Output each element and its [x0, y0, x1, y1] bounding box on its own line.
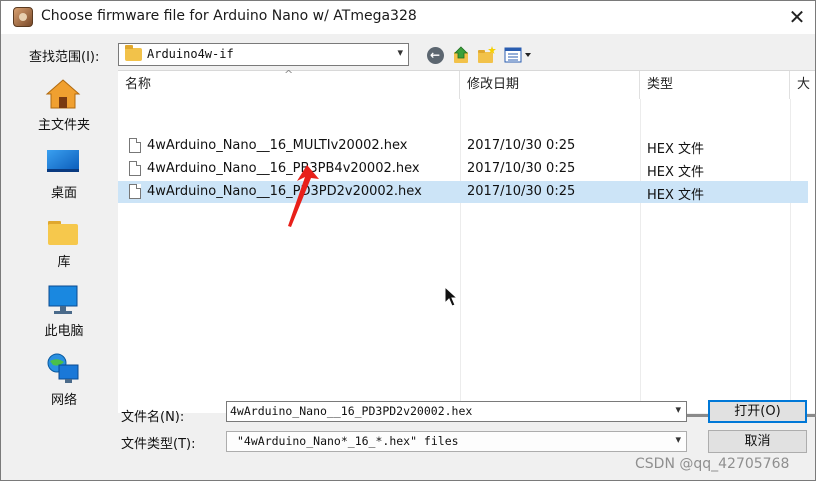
app-icon	[13, 7, 33, 27]
column-header-label: 名称	[125, 77, 152, 92]
column-header-type[interactable]: 类型	[640, 71, 790, 99]
file-type: HEX 文件	[647, 142, 705, 157]
folder-icon	[125, 45, 142, 61]
place-desktop[interactable]: 桌面	[11, 144, 117, 206]
place-label: 桌面	[50, 186, 77, 201]
file-row[interactable]: 4wArduino_Nano__16_PB3PB4v20002.hex 2017…	[118, 158, 808, 180]
file-row-selected[interactable]: 4wArduino_Nano__16_PD3PD2v20002.hex 2017…	[118, 181, 808, 203]
mouse-pointer-icon	[444, 286, 458, 307]
column-header-label: 大	[797, 77, 811, 92]
column-header-name[interactable]: 名称 ^	[118, 68, 460, 99]
column-header-modified[interactable]: 修改日期	[460, 71, 640, 99]
look-in-label: 查找范围(I):	[29, 50, 100, 65]
place-this-pc[interactable]: 此电脑	[11, 282, 117, 344]
file-modified: 2017/10/30 0:25	[467, 184, 576, 199]
file-row[interactable]: 4wArduino_Nano__16_MULTIv20002.hex 2017/…	[118, 135, 808, 157]
file-icon	[129, 138, 141, 153]
up-folder-button[interactable]	[452, 45, 472, 65]
back-button[interactable]: ←	[425, 45, 445, 65]
sort-ascending-icon: ^	[284, 68, 294, 81]
place-home[interactable]: 主文件夹	[11, 76, 117, 138]
filename-input[interactable]: 4wArduino_Nano__16_PD3PD2v20002.hex ▾	[226, 401, 687, 422]
filetype-value: "4wArduino_Nano*_16_*.hex" files	[237, 434, 459, 448]
close-button[interactable]: ✕	[781, 3, 813, 31]
file-icon	[129, 161, 141, 176]
up-folder-icon	[454, 46, 468, 63]
place-network[interactable]: 网络	[11, 351, 117, 413]
file-type: HEX 文件	[647, 165, 705, 180]
watermark: CSDN @qq_42705768	[635, 456, 790, 472]
column-header-size[interactable]: 大	[790, 71, 815, 99]
look-in-combo[interactable]: Arduino4w-if ▾	[118, 43, 409, 66]
open-button[interactable]: 打开(O)	[708, 400, 807, 423]
home-icon	[45, 79, 81, 109]
title-bar[interactable]: Choose firmware file for Arduino Nano w/…	[1, 1, 815, 34]
filetype-select[interactable]: "4wArduino_Nano*_16_*.hex" files ▾	[226, 431, 687, 452]
chevron-down-icon[interactable]: ▾	[675, 433, 681, 446]
file-name: 4wArduino_Nano__16_MULTIv20002.hex	[147, 138, 408, 153]
filename-value: 4wArduino_Nano__16_PD3PD2v20002.hex	[230, 404, 473, 418]
place-label: 网络	[50, 393, 77, 408]
places-sidebar: 主文件夹 桌面 库 此电脑 网络	[11, 70, 117, 410]
cancel-button[interactable]: 取消	[708, 430, 807, 453]
network-icon	[47, 353, 79, 383]
chevron-down-icon[interactable]: ▾	[675, 403, 681, 416]
filename-label: 文件名(N):	[121, 410, 185, 425]
red-arrow-annotation	[288, 165, 319, 227]
library-folder-icon	[48, 221, 78, 245]
look-in-value: Arduino4w-if	[147, 47, 234, 61]
place-label: 主文件夹	[37, 118, 90, 133]
file-modified: 2017/10/30 0:25	[467, 161, 576, 176]
place-library[interactable]: 库	[11, 213, 117, 275]
filetype-label: 文件类型(T):	[121, 437, 196, 452]
place-label: 此电脑	[44, 324, 84, 339]
dialog-body: 查找范围(I): Arduino4w-if ▾ ← 主文件夹 桌面 库 此电脑 …	[1, 34, 816, 480]
chevron-down-icon: ▾	[397, 46, 403, 59]
column-header-label: 类型	[647, 77, 674, 92]
computer-icon	[48, 285, 78, 314]
view-menu-button[interactable]	[504, 45, 534, 65]
desktop-icon	[47, 150, 79, 172]
dialog-title: Choose firmware file for Arduino Nano w/…	[41, 8, 417, 24]
file-icon	[129, 184, 141, 199]
place-label: 库	[57, 255, 71, 270]
file-type: HEX 文件	[647, 188, 705, 203]
new-folder-button[interactable]	[477, 45, 497, 65]
back-icon: ←	[426, 46, 444, 64]
file-modified: 2017/10/30 0:25	[467, 138, 576, 153]
file-open-dialog: Choose firmware file for Arduino Nano w/…	[0, 0, 816, 481]
column-header-label: 修改日期	[467, 77, 520, 92]
new-folder-icon	[478, 46, 496, 63]
view-menu-icon	[504, 47, 531, 63]
file-list[interactable]: 名称 ^ 修改日期 类型 大 4wArduino_Nano__16_MULTIv…	[118, 68, 816, 417]
